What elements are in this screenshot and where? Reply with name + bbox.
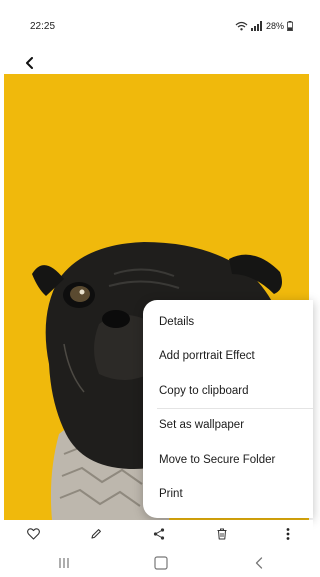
battery-icon <box>287 21 293 31</box>
chevron-left-icon <box>26 57 33 69</box>
nav-back-button[interactable] <box>250 555 268 571</box>
menu-item-move-to-secure-folder[interactable]: Move to Secure Folder <box>159 451 275 469</box>
share-icon <box>153 528 165 540</box>
heart-icon <box>26 528 40 540</box>
status-icons: 28% <box>235 20 293 32</box>
recent-apps-button[interactable] <box>55 555 73 571</box>
more-vertical-icon <box>286 528 290 540</box>
back-button[interactable] <box>19 52 41 74</box>
edit-button[interactable] <box>88 526 104 542</box>
status-time: 22:25 <box>30 21 56 32</box>
trash-icon <box>217 528 227 540</box>
home-button[interactable] <box>152 555 170 571</box>
bottom-toolbar <box>0 520 313 548</box>
menu-item-copy-to-clipboard[interactable]: Copy to clipboard <box>159 382 249 400</box>
home-icon <box>154 556 168 570</box>
more-options-button[interactable] <box>280 526 296 542</box>
delete-button[interactable] <box>214 526 230 542</box>
signal-icon <box>250 21 262 31</box>
menu-item-add-portrait-effect[interactable]: Add porrtrait Effect <box>159 347 255 365</box>
system-nav-bar <box>0 548 313 577</box>
recent-apps-icon <box>59 558 69 568</box>
context-menu: Details Add porrtrait Effect Copy to cli… <box>143 300 313 518</box>
menu-item-set-as-wallpaper[interactable]: Set as wallpaper <box>159 416 244 434</box>
pencil-icon <box>91 529 101 539</box>
back-icon <box>255 557 263 569</box>
favorite-button[interactable] <box>25 526 41 542</box>
status-bar: 22:25 28% <box>0 0 313 50</box>
menu-item-details[interactable]: Details <box>159 313 194 331</box>
menu-item-print[interactable]: Print <box>159 485 183 503</box>
menu-divider <box>157 408 313 409</box>
battery-percent: 28% <box>265 21 284 31</box>
share-button[interactable] <box>151 526 167 542</box>
wifi-icon <box>235 21 248 31</box>
